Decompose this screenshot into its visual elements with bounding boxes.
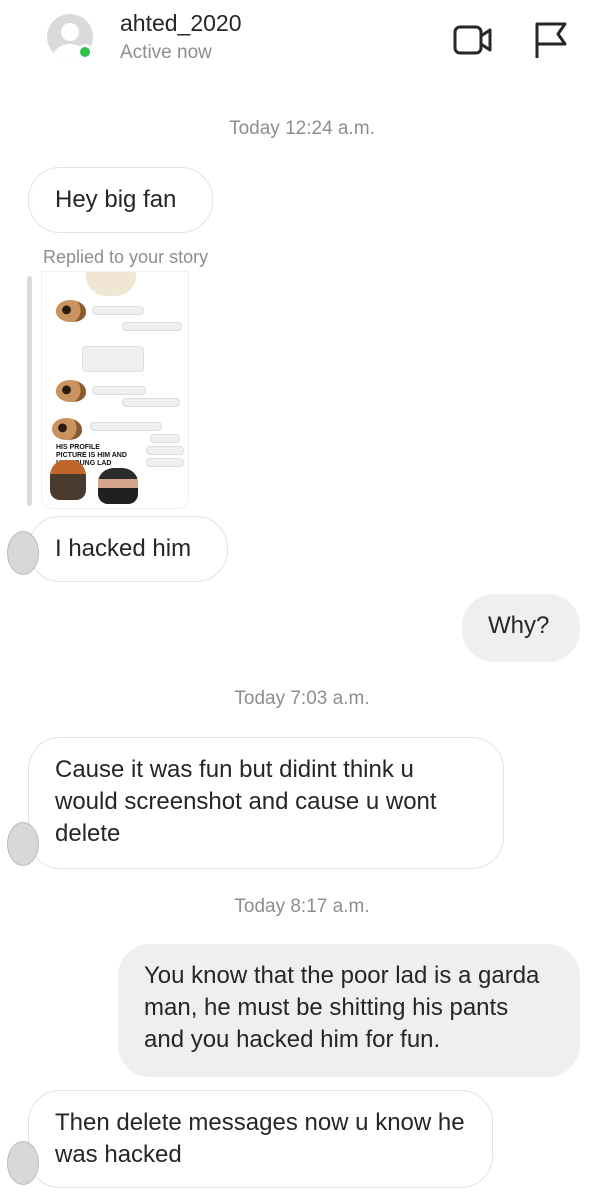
sender-avatar — [7, 822, 39, 866]
outgoing-message[interactable]: Why? — [462, 594, 580, 662]
message-timestamp: Today 8:17 a.m. — [234, 896, 370, 917]
message-text: Hey big fan — [55, 186, 177, 213]
message-timestamp: Today 7:03 a.m. — [234, 688, 370, 709]
story-thumbnail[interactable]: HIS PROFILE PICTURE IS HIM AND HIS YOUNG… — [42, 272, 188, 508]
online-status-dot — [77, 44, 93, 60]
active-status: Active now — [120, 42, 212, 63]
incoming-message[interactable]: I hacked him — [7, 516, 228, 582]
reply-indicator-bar — [27, 276, 32, 506]
story-reply-label: Replied to your story — [43, 247, 209, 267]
video-call-icon[interactable] — [453, 20, 493, 60]
incoming-message[interactable]: Cause it was fun but didint think u woul… — [7, 737, 504, 869]
message-text: I hacked him — [55, 535, 192, 562]
message-timestamp: Today 12:24 a.m. — [229, 118, 375, 139]
chat-username[interactable]: ahted_2020 — [120, 10, 242, 37]
report-flag-icon[interactable] — [531, 20, 571, 60]
incoming-message[interactable]: Hey big fan — [28, 167, 213, 233]
message-text: Why? — [488, 612, 550, 639]
sender-avatar — [7, 1141, 39, 1185]
message-text: Then delete messages now u know he was h… — [55, 1109, 465, 1168]
outgoing-message[interactable]: You know that the poor lad is a garda ma… — [118, 944, 580, 1077]
message-text: You know that the poor lad is a garda ma… — [144, 962, 540, 1053]
message-text: Cause it was fun but didint think u woul… — [55, 756, 437, 847]
incoming-message[interactable]: Then delete messages now u know he was h… — [7, 1090, 493, 1188]
sender-avatar — [7, 531, 39, 575]
